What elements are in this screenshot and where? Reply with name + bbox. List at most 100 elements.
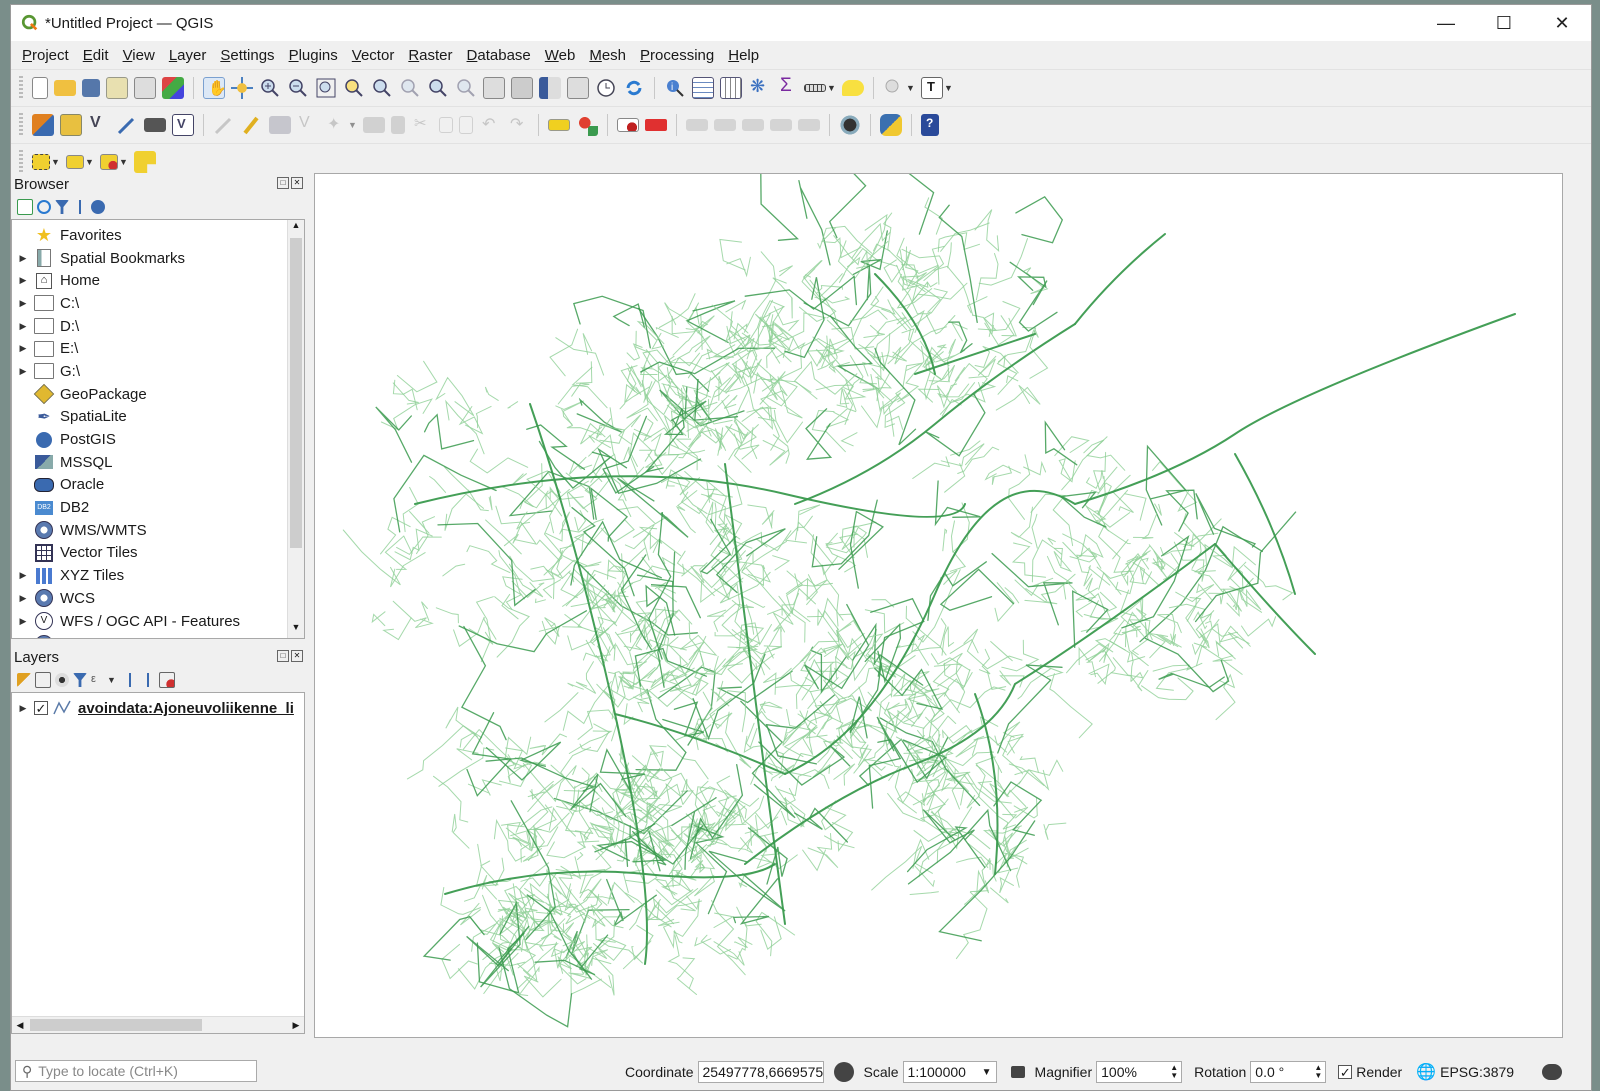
browser-item-c[interactable]: ▶ C:\	[12, 292, 304, 315]
copy-features-icon[interactable]	[439, 117, 453, 133]
float-panel-button[interactable]: □	[277, 650, 289, 662]
menu-database[interactable]: Database	[460, 47, 538, 64]
deselect-dropdown-icon[interactable]: ▼	[119, 157, 128, 167]
new-project-icon[interactable]	[32, 77, 48, 99]
current-edits-icon[interactable]	[213, 114, 235, 136]
cut-features-icon[interactable]: ✂	[411, 114, 433, 136]
locator-search-box[interactable]: ⚲ Type to locate (Ctrl+K)	[15, 1060, 257, 1082]
select-features-icon[interactable]	[32, 154, 50, 170]
select-by-expression-dropdown-icon[interactable]: ▼	[85, 157, 94, 167]
temporal-controller-icon[interactable]	[595, 77, 617, 99]
layer-styling-icon[interactable]	[17, 673, 31, 687]
toolbar-handle[interactable]	[19, 76, 23, 100]
zoom-full-icon[interactable]	[315, 77, 337, 99]
expand-arrow-icon[interactable]: ▶	[12, 616, 34, 627]
data-source-manager-icon[interactable]	[32, 114, 54, 136]
menu-settings[interactable]: Settings	[213, 47, 281, 64]
crs-button[interactable]: EPSG:3879	[1440, 1064, 1514, 1080]
attribute-table-icon[interactable]	[692, 77, 714, 99]
menu-edit[interactable]: Edit	[76, 47, 116, 64]
spin-arrows-icon[interactable]: ▲ ▼	[1314, 1064, 1322, 1080]
browser-item-wcs[interactable]: ▶ WCS	[12, 587, 304, 610]
zoom-last-icon[interactable]	[427, 77, 449, 99]
browser-item-postgis[interactable]: PostGIS	[12, 428, 304, 451]
select-by-expression-icon[interactable]	[66, 155, 84, 169]
rotation-spinbox[interactable]: 0.0 ° ▲ ▼	[1250, 1061, 1327, 1083]
menu-plugins[interactable]: Plugins	[282, 47, 345, 64]
measure-dropdown-icon[interactable]: ▼	[827, 83, 836, 93]
menu-view[interactable]: View	[116, 47, 162, 64]
add-group-icon[interactable]	[35, 672, 51, 688]
browser-item-spatial-bookmarks[interactable]: ▶ Spatial Bookmarks	[12, 247, 304, 270]
browser-item-db2[interactable]: DB2 DB2	[12, 496, 304, 519]
zoom-native-icon[interactable]	[399, 77, 421, 99]
toggle-extents-icon[interactable]	[833, 1062, 854, 1082]
close-panel-button[interactable]: ✕	[291, 177, 303, 189]
paste-features-icon[interactable]	[459, 116, 473, 134]
browser-item-wms-wmts[interactable]: WMS/WMTS	[12, 519, 304, 542]
browser-item-ows[interactable]: ▶ OWS	[12, 632, 304, 639]
browser-vertical-scrollbar[interactable]: ▲ ▼	[287, 220, 304, 638]
expand-arrow-icon[interactable]: ▶	[12, 638, 34, 639]
browser-item-d[interactable]: ▶ D:\	[12, 315, 304, 338]
statistical-summary-icon[interactable]: Σ	[776, 75, 798, 99]
zoom-next-icon[interactable]	[455, 77, 477, 99]
scrollbar-thumb[interactable]	[30, 1019, 202, 1031]
save-project-icon[interactable]	[82, 79, 100, 97]
new-print-layout-icon[interactable]	[106, 77, 128, 99]
zoom-to-selection-icon[interactable]	[343, 77, 365, 99]
expand-arrow-icon[interactable]: ▶	[12, 570, 34, 581]
field-calculator-icon[interactable]	[720, 77, 742, 99]
save-edits-icon[interactable]	[269, 116, 291, 134]
browser-item-favorites[interactable]: ★ Favorites	[12, 224, 304, 247]
expand-all-icon[interactable]	[123, 673, 137, 687]
pan-map-icon[interactable]: ✋	[203, 77, 227, 99]
browser-item-e[interactable]: ▶ E:\	[12, 337, 304, 360]
move-label-icon[interactable]	[686, 119, 708, 131]
deselect-features-icon[interactable]	[100, 154, 118, 170]
layer-visibility-checkbox[interactable]: ✓	[34, 701, 48, 716]
filter-by-expression-icon[interactable]: ε	[91, 673, 105, 687]
metasearch-icon[interactable]	[839, 114, 861, 136]
browser-item-vector-tiles[interactable]: Vector Tiles	[12, 542, 304, 565]
toolbar-handle[interactable]	[19, 150, 23, 174]
lock-scale-icon[interactable]	[1010, 1066, 1025, 1078]
float-panel-button[interactable]: □	[277, 177, 289, 189]
map-canvas[interactable]	[314, 173, 1563, 1038]
scrollbar-thumb[interactable]	[290, 238, 302, 548]
map-tips-icon[interactable]	[842, 80, 864, 96]
python-console-icon[interactable]	[880, 114, 902, 136]
expand-arrow-icon[interactable]: ▶	[12, 343, 34, 354]
filter-dropdown-icon[interactable]: ▼	[107, 675, 116, 685]
add-selected-layers-icon[interactable]	[17, 199, 33, 215]
browser-item-home[interactable]: ▶ ⌂ Home	[12, 269, 304, 292]
expand-arrow-icon[interactable]: ▶	[12, 593, 34, 604]
modify-attributes-icon[interactable]	[363, 117, 385, 133]
digitize-icon[interactable]	[116, 114, 138, 136]
browser-item-spatialite[interactable]: ✒ SpatiaLite	[12, 406, 304, 429]
spin-arrows-icon[interactable]: ▲ ▼	[1170, 1064, 1178, 1080]
menu-project[interactable]: Project	[15, 47, 76, 64]
toolbar-handle[interactable]	[19, 113, 23, 137]
maximize-button[interactable]: ☐	[1475, 5, 1533, 41]
layer-labeling-icon[interactable]	[548, 119, 570, 131]
pin-labels-icon[interactable]	[617, 118, 639, 132]
layer-diagram-icon[interactable]	[576, 114, 598, 136]
collapse-all-icon[interactable]	[141, 673, 155, 687]
highlight-labels-icon[interactable]	[645, 119, 667, 131]
layout-manager-icon[interactable]	[134, 77, 156, 99]
zoom-in-icon[interactable]	[259, 77, 281, 99]
new-bookmark-icon[interactable]	[539, 77, 561, 99]
label-properties-icon[interactable]	[798, 119, 820, 131]
select-by-location-icon[interactable]	[134, 151, 156, 173]
menu-raster[interactable]: Raster	[401, 47, 459, 64]
messages-icon[interactable]	[1542, 1064, 1563, 1080]
expand-arrow-icon[interactable]: ▶	[12, 298, 34, 309]
show-hide-labels-icon[interactable]	[770, 119, 792, 131]
zoom-out-icon[interactable]	[287, 77, 309, 99]
locator-dropdown-icon[interactable]: ▼	[906, 83, 915, 93]
identify-features-icon[interactable]: i	[664, 77, 686, 99]
refresh-icon[interactable]	[37, 200, 51, 214]
close-button[interactable]: ✕	[1533, 5, 1591, 41]
refresh-icon[interactable]	[623, 77, 645, 99]
